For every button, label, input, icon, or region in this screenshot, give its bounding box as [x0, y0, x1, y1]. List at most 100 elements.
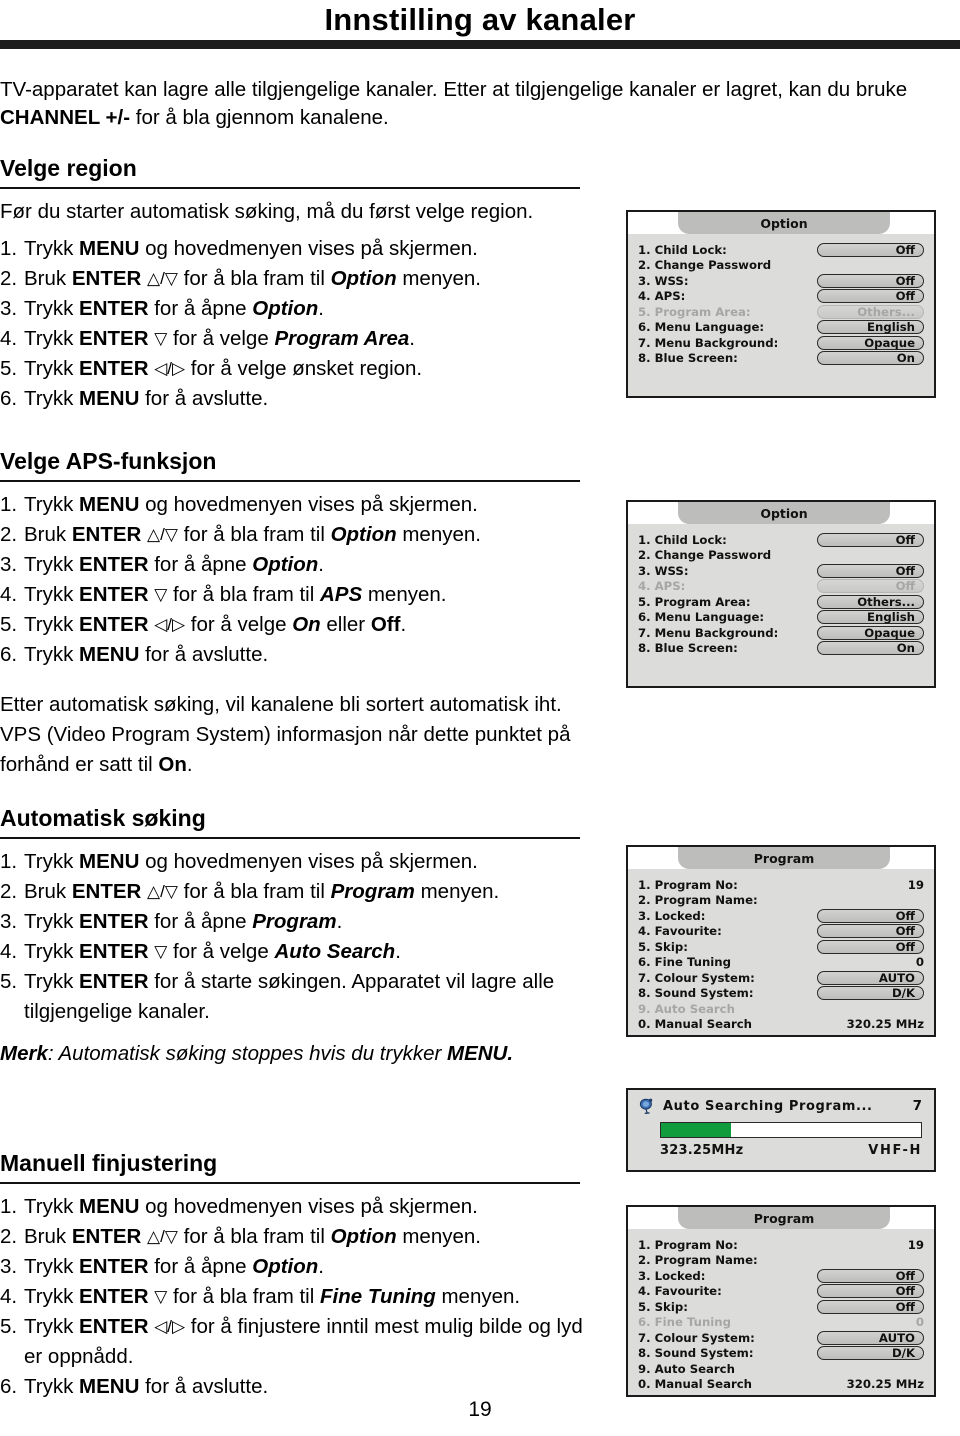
osd-menu-row[interactable]: 8. Sound System: D/K — [638, 986, 924, 1002]
osd-menu-row[interactable]: 7. Menu Background: Opaque — [638, 335, 924, 351]
osd-row-label: 2. Change Password — [638, 548, 772, 563]
osd-menu-row[interactable]: 3. WSS: Off — [638, 273, 924, 289]
osd-value-button[interactable]: Off — [817, 532, 924, 547]
step-key: ENTER — [71, 523, 142, 546]
osd-menu-row[interactable]: 1. Child Lock: Off — [638, 242, 924, 258]
osd-value-button[interactable]: English — [817, 320, 924, 335]
osd-menu-row[interactable]: 0. Manual Search 320.25 MHz — [638, 1377, 924, 1393]
step-suffix: . — [318, 553, 324, 576]
step-number: 1. — [0, 850, 18, 873]
step-middle: for å bla fram til — [167, 583, 320, 606]
step-text: Bruk ENTER △/▽ for å bla fram til Option… — [24, 520, 600, 550]
osd-menu-row[interactable]: 1. Program No: 19 — [638, 1237, 924, 1253]
osd-value-button[interactable]: Off — [817, 1284, 924, 1299]
osd-row-label: 7. Menu Background: — [638, 625, 779, 640]
section-manuell-finjustering: Manuell finjustering 1. Trykk MENU og hov… — [0, 1150, 600, 1402]
merk-key: MENU. — [447, 1042, 514, 1065]
step-text: Trykk ENTER ◁/▷ for å velge On eller Off… — [24, 610, 600, 640]
osd-value-button[interactable]: Off — [817, 924, 924, 939]
osd-menu-row[interactable]: 7. Colour System: AUTO — [638, 1330, 924, 1346]
step-suffix-2: Off — [370, 613, 401, 636]
osd-menu-row[interactable]: 5. Skip: Off — [638, 939, 924, 955]
osd-menu-row[interactable]: 3. Locked: Off — [638, 1268, 924, 1284]
step-number: 2. — [0, 523, 18, 546]
osd-value-button[interactable]: Off — [817, 289, 924, 304]
osd-menu-row[interactable]: 1. Child Lock: Off — [638, 532, 924, 548]
osd-title-tab: Program — [678, 847, 890, 869]
step-arrow-icon: ▽ — [154, 329, 168, 348]
osd-value-button[interactable]: Off — [817, 563, 924, 578]
osd-value-button[interactable]: D/K — [817, 986, 924, 1001]
merk-text: : Automatisk søking stoppes hvis du tryk… — [47, 1042, 447, 1065]
osd-menu-row[interactable]: 6. Fine Tuning 0 — [638, 955, 924, 971]
step-arrow-icon: ◁/▷ — [154, 615, 186, 634]
osd-menu-row[interactable]: 2. Program Name: — [638, 1253, 924, 1269]
step-item: 2. Bruk ENTER △/▽ for å bla fram til Opti… — [0, 1222, 600, 1252]
osd-value-button[interactable]: English — [817, 610, 924, 625]
osd-value-button[interactable]: AUTO — [817, 970, 924, 985]
step-prefix: Trykk — [24, 613, 80, 636]
osd-value-button[interactable]: Off — [817, 579, 924, 594]
osd-menu-row[interactable]: 2. Change Password — [638, 548, 924, 564]
osd-value-text: 0 — [915, 955, 924, 970]
osd-menu-row[interactable]: 9. Auto Search — [638, 1001, 924, 1017]
osd-value-button[interactable]: Off — [817, 1268, 924, 1283]
step-prefix: Bruk — [24, 267, 72, 290]
osd-row-label: 2. Program Name: — [638, 1253, 758, 1268]
osd-menu-row[interactable]: 6. Menu Language: English — [638, 320, 924, 336]
osd-menu-row[interactable]: 8. Blue Screen: On — [638, 641, 924, 657]
osd-menu-row[interactable]: 8. Blue Screen: On — [638, 351, 924, 367]
step-prefix: Bruk — [24, 1225, 72, 1248]
page-title: Innstilling av kanaler — [324, 2, 636, 37]
osd-menu-row[interactable]: 2. Change Password — [638, 258, 924, 274]
step-number: 6. — [0, 643, 18, 666]
osd-menu-row[interactable]: 4. Favourite: Off — [638, 1284, 924, 1300]
osd-menu-row[interactable]: 1. Program No: 19 — [638, 877, 924, 893]
osd-menu-row[interactable]: 9. Auto Search — [638, 1361, 924, 1377]
step-text: Trykk ENTER for å åpne Option. — [24, 550, 600, 580]
osd-value-button[interactable]: AUTO — [817, 1330, 924, 1345]
osd-value-button[interactable]: Others... — [817, 594, 924, 609]
osd-row-label: 0. Manual Search — [638, 1017, 753, 1032]
osd-menu-row[interactable]: 5. Program Area: Others... — [638, 594, 924, 610]
osd-value-button[interactable]: Off — [817, 908, 924, 923]
osd-value-button[interactable]: Off — [817, 242, 924, 257]
osd-menu-row[interactable]: 4. Favourite: Off — [638, 924, 924, 940]
step-key: MENU — [79, 850, 140, 873]
osd-menu-row[interactable]: 0. Manual Search 320.25 MHz — [638, 1017, 924, 1033]
osd-menu-row[interactable]: 6. Fine Tuning 0 — [638, 1315, 924, 1331]
osd-value-button[interactable]: Opaque — [817, 625, 924, 640]
osd-value-button[interactable]: On — [817, 351, 924, 366]
osd-menu-row[interactable]: 5. Skip: Off — [638, 1299, 924, 1315]
osd-value-button[interactable]: Off — [817, 939, 924, 954]
osd-menu-row[interactable]: 3. WSS: Off — [638, 563, 924, 579]
osd-menu-row[interactable]: 4. APS: Off — [638, 579, 924, 595]
step-number: 2. — [0, 267, 18, 290]
step-prefix: Bruk — [24, 880, 72, 903]
osd-menu-row[interactable]: 8. Sound System: D/K — [638, 1346, 924, 1362]
section-rule-region — [0, 187, 580, 189]
step-middle: for å velge — [185, 613, 293, 636]
osd-value-button[interactable]: Opaque — [817, 335, 924, 350]
step-prefix: Trykk — [24, 387, 80, 410]
osd-menu-row[interactable]: 7. Menu Background: Opaque — [638, 625, 924, 641]
osd-menu-row[interactable]: 7. Colour System: AUTO — [638, 970, 924, 986]
osd-menu-row[interactable]: 3. Locked: Off — [638, 908, 924, 924]
osd-value-button[interactable]: Off — [817, 1299, 924, 1314]
osd-row-label: 5. Program Area: — [638, 304, 751, 319]
step-item: 3. Trykk ENTER for å åpne Option. — [0, 1252, 600, 1282]
step-key: ENTER — [79, 553, 149, 576]
osd-menu-row[interactable]: 5. Program Area: Others... — [638, 304, 924, 320]
osd-value-button[interactable]: On — [817, 641, 924, 656]
osd-row-label: 4. APS: — [638, 289, 686, 304]
osd-value-button[interactable]: D/K — [817, 1346, 924, 1361]
osd-panel-program-auto: Program 1. Program No: 19 2. Program Name:… — [626, 845, 936, 1037]
step-arrow-icon: ◁/▷ — [154, 1317, 186, 1336]
autosearch-steps: 1. Trykk MENU og hovedmenyen vises på skj… — [0, 847, 600, 1027]
osd-menu-row[interactable]: 4. APS: Off — [638, 289, 924, 305]
osd-menu-row[interactable]: 2. Program Name: — [638, 893, 924, 909]
osd-menu-row[interactable]: 6. Menu Language: English — [638, 610, 924, 626]
osd-value-button[interactable]: Off — [817, 273, 924, 288]
section-automatisk-soking: Automatisk søking 1. Trykk MENU og hovedm… — [0, 805, 600, 1069]
osd-value-button[interactable]: Others... — [817, 304, 924, 319]
